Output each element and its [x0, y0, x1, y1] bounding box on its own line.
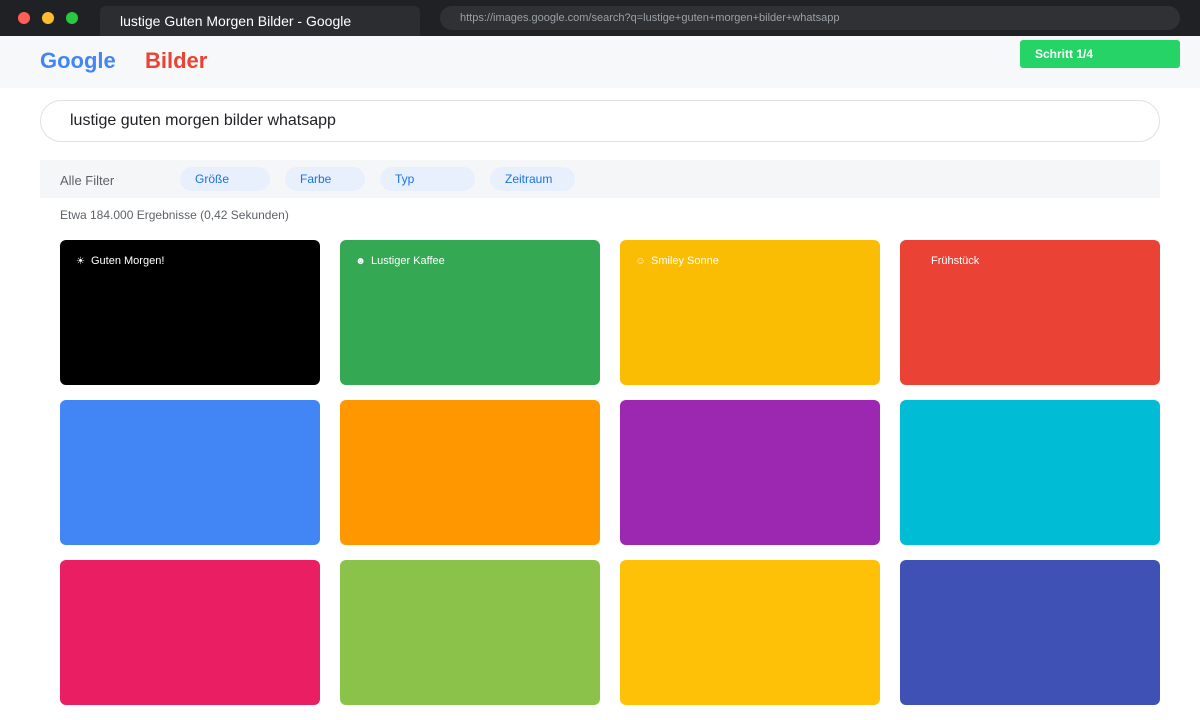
image-result[interactable]: [900, 560, 1160, 705]
image-result[interactable]: [60, 560, 320, 705]
filter-chip-type[interactable]: Typ: [380, 167, 475, 191]
filter-chip-color[interactable]: Farbe: [285, 167, 365, 191]
image-caption-text: Frühstück: [931, 255, 980, 267]
image-result[interactable]: ☀ Guten Morgen!: [60, 240, 320, 385]
image-results-grid: ☀ Guten Morgen! ☻ Lustiger Kaffee ☺ Smiley So…: [60, 240, 1160, 705]
image-caption: ☻ Lustiger Kaffee: [355, 255, 445, 267]
address-bar[interactable]: https://images.google.com/search?q=lusti…: [440, 6, 1180, 30]
filter-chip-size[interactable]: Größe: [180, 167, 270, 191]
browser-titlebar: lustige Guten Morgen Bilder - Google htt…: [0, 0, 1200, 36]
image-caption-text: Guten Morgen!: [91, 255, 165, 267]
image-caption-text: Smiley Sonne: [651, 255, 719, 267]
image-caption: ☀ Guten Morgen!: [75, 255, 164, 267]
google-logo[interactable]: Google: [40, 48, 116, 74]
bilder-logo[interactable]: Bilder: [145, 48, 207, 74]
sun-icon: ☀: [76, 255, 85, 267]
filter-chip-time[interactable]: Zeitraum: [490, 167, 575, 191]
image-result[interactable]: [340, 400, 600, 545]
all-filters-label[interactable]: Alle Filter: [60, 173, 114, 188]
image-result[interactable]: [620, 560, 880, 705]
image-result[interactable]: [340, 560, 600, 705]
result-stats: Etwa 184.000 Ergebnisse (0,42 Sekunden): [60, 208, 289, 222]
image-result[interactable]: ☺ Smiley Sonne: [620, 240, 880, 385]
smiley-icon: ☻: [355, 255, 366, 267]
image-result[interactable]: Frühstück: [900, 240, 1160, 385]
filter-bar: Alle Filter Größe Farbe Typ Zeitraum: [40, 160, 1160, 198]
image-result[interactable]: [900, 400, 1160, 545]
step-badge: Schritt 1/4: [1020, 40, 1180, 68]
image-result[interactable]: ☻ Lustiger Kaffee: [340, 240, 600, 385]
image-caption-text: Lustiger Kaffee: [371, 255, 445, 267]
image-caption: Frühstück: [915, 255, 979, 267]
minimize-window-button[interactable]: [42, 12, 54, 24]
close-window-button[interactable]: [18, 12, 30, 24]
image-caption: ☺ Smiley Sonne: [635, 255, 719, 267]
smiley-sun-icon: ☺: [635, 255, 646, 267]
browser-tab[interactable]: lustige Guten Morgen Bilder - Google: [100, 6, 420, 36]
image-result[interactable]: [60, 400, 320, 545]
search-input[interactable]: [40, 100, 1160, 142]
page-header: Google Bilder Schritt 1/4: [0, 36, 1200, 88]
maximize-window-button[interactable]: [66, 12, 78, 24]
image-result[interactable]: [620, 400, 880, 545]
